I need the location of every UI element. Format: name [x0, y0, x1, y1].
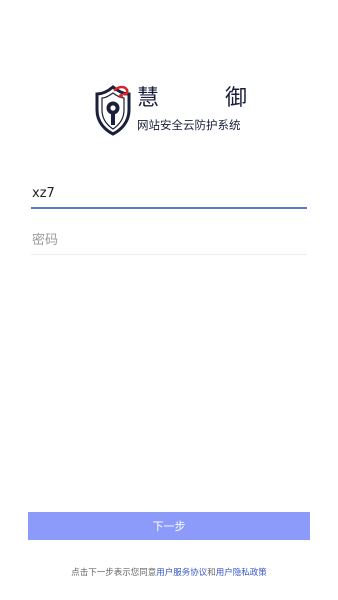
shield-logo-icon — [95, 85, 131, 136]
logo-title: 慧 御 — [137, 86, 247, 112]
agreement-text: 点击下一步表示您同意用户服务协议和用户隐私政策 — [0, 566, 338, 578]
next-button[interactable]: 下一步 — [28, 512, 310, 540]
logo-subtitle: 网站安全云防护系统 — [137, 118, 241, 132]
logo-title-char-2: 御 — [224, 86, 247, 111]
username-field — [31, 181, 309, 209]
logo-title-char-1: 慧 — [137, 86, 160, 111]
agreement-prefix: 点击下一步表示您同意 — [71, 568, 157, 578]
service-agreement-link[interactable]: 用户服务协议 — [156, 568, 207, 578]
password-field — [31, 228, 309, 255]
login-screen: 慧 御 网站安全云防护系统 下一步 点击下一步表示您同意用户服务协议和用户隐私政… — [0, 0, 338, 600]
username-input[interactable] — [31, 181, 309, 205]
privacy-policy-link[interactable]: 用户隐私政策 — [216, 568, 267, 578]
app-logo: 慧 御 网站安全云防护系统 — [95, 80, 255, 140]
agreement-joiner: 和 — [207, 568, 216, 578]
password-input[interactable] — [31, 228, 309, 252]
